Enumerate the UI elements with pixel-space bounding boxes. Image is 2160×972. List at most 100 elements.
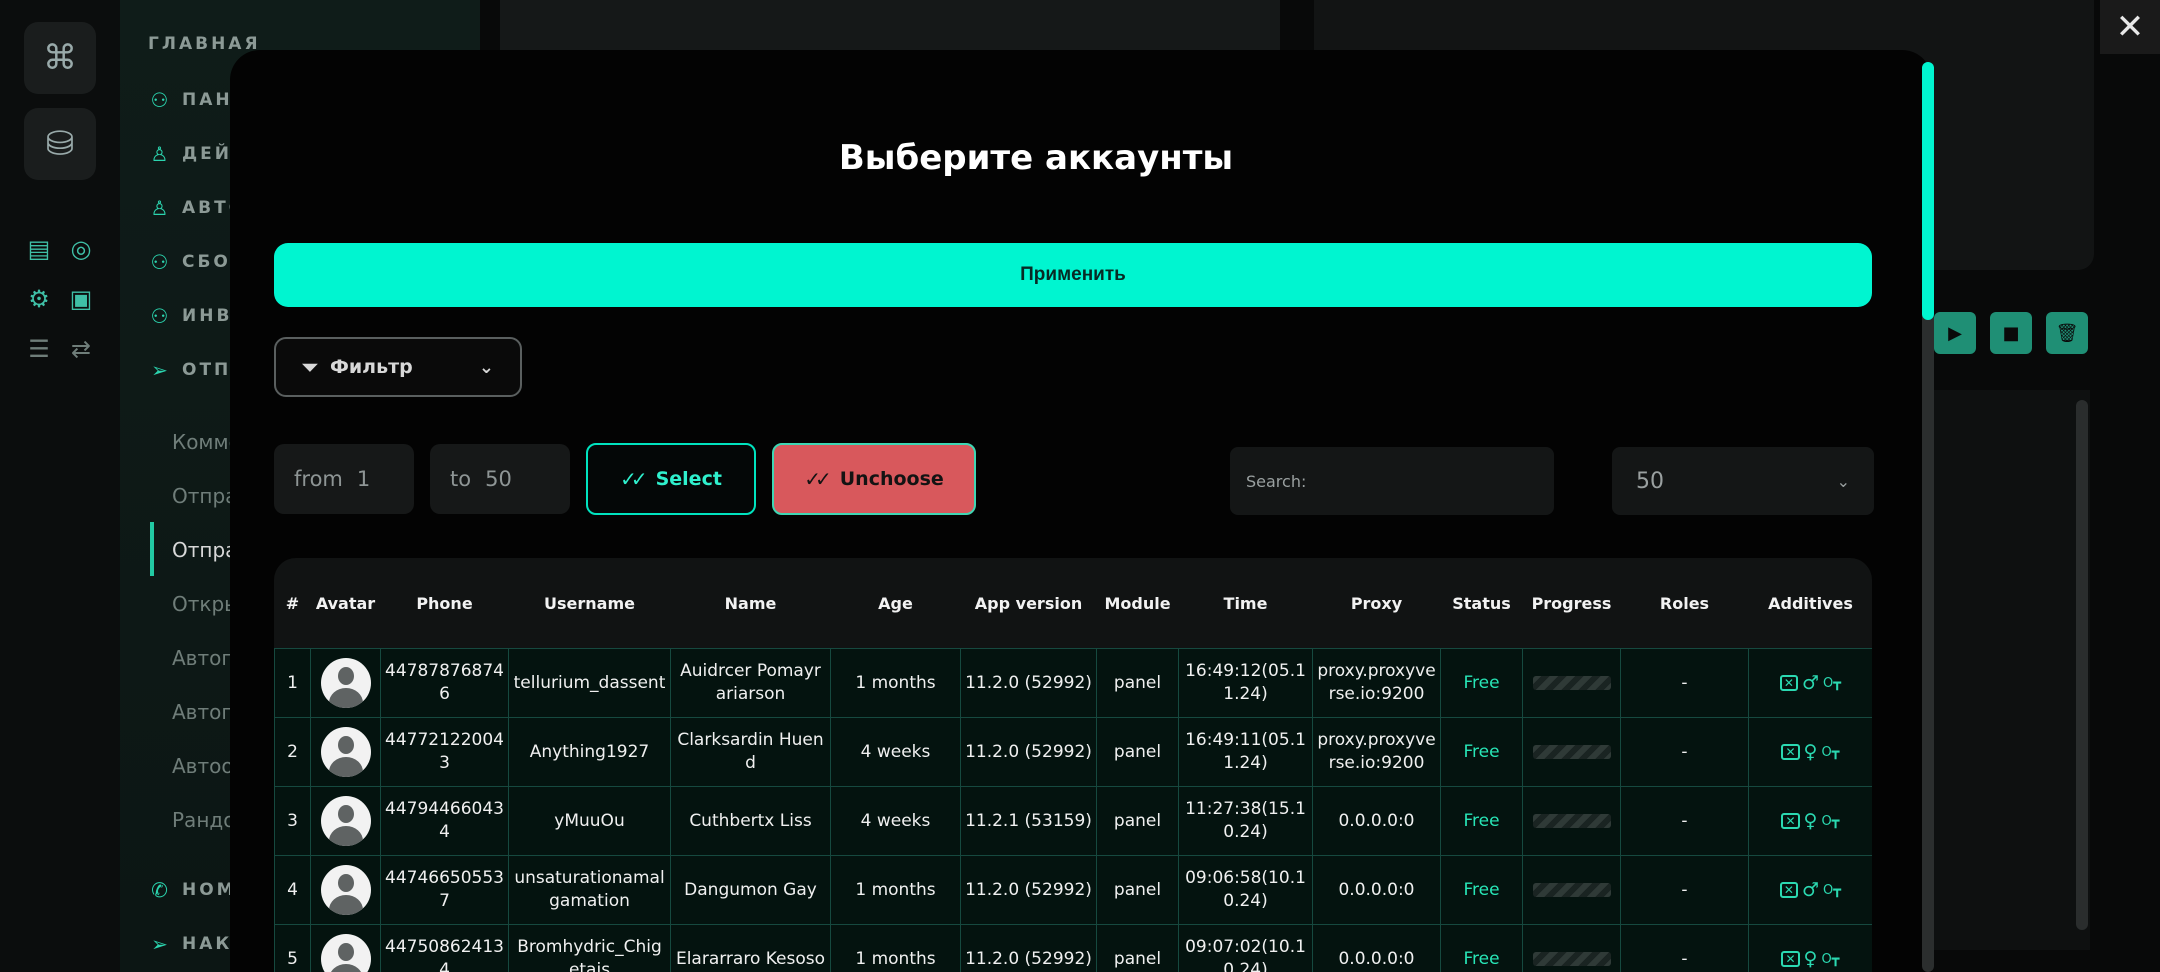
image-off-icon: ✕: [1779, 882, 1798, 898]
time-cell: 11:27:38(15.10.24): [1178, 786, 1313, 856]
sidebar-heading: ГЛАВНАЯ: [148, 34, 261, 54]
sidebar-subitem[interactable]: Автоп: [172, 700, 234, 724]
table-row[interactable]: 5 447508624134 Bromhydric_Chigetais Elararr…: [274, 924, 1872, 972]
user-icon: ♙: [150, 142, 172, 166]
users-icon: ⚇: [150, 88, 172, 112]
sidebar-subitem-active[interactable]: Отпра: [172, 538, 237, 562]
sidebar-subitem[interactable]: Отпра: [172, 484, 237, 508]
column-header[interactable]: Module: [1097, 558, 1179, 649]
play-icon[interactable]: ▶: [1934, 312, 1976, 354]
column-header[interactable]: Proxy: [1313, 558, 1441, 649]
phone-icon: ✆: [151, 878, 171, 902]
progress-cell: [1522, 717, 1621, 787]
username-cell: Anything1927: [508, 717, 671, 787]
apply-button[interactable]: Применить: [274, 243, 1872, 307]
select-accounts-modal: Выберите аккаунты Применить ⏷ Фильтр ⌄ f…: [230, 50, 1932, 972]
gender-icon: ♂: [1801, 671, 1820, 694]
name-cell: Auidrcer Pomayrariarson: [670, 648, 831, 718]
column-header[interactable]: Roles: [1621, 558, 1749, 649]
additives-icons: ✕ ♀ O┳: [1753, 741, 1868, 764]
send-icon: ➢: [151, 358, 171, 382]
table-row[interactable]: 1 447878768746 tellurium_dassent Auidrcer P…: [274, 648, 1872, 718]
gender-icon: ♀: [1803, 947, 1818, 970]
key-icon: O┳: [1823, 675, 1842, 691]
command-icon[interactable]: ⌘: [24, 22, 96, 94]
column-header[interactable]: Avatar: [311, 558, 381, 649]
range-to-label: to: [450, 467, 472, 491]
select-button[interactable]: ✓✓ Select: [586, 443, 756, 515]
column-header[interactable]: Status: [1441, 558, 1523, 649]
status-cell: Free: [1440, 786, 1523, 856]
roles-cell: -: [1620, 855, 1749, 925]
unchoose-button[interactable]: ✓✓ Unchoose: [772, 443, 976, 515]
gender-icon: ♀: [1803, 740, 1818, 763]
range-to-value: 50: [485, 467, 512, 491]
phone-cell: 447508624134: [380, 924, 509, 972]
time-cell: 16:49:12(05.11.24): [1178, 648, 1313, 718]
database-icon[interactable]: ⛁: [24, 108, 96, 180]
avatar-cell: [310, 717, 381, 787]
send-icon: ➢: [151, 932, 171, 956]
status-cell: Free: [1440, 648, 1523, 718]
range-from-input[interactable]: from 1: [274, 444, 414, 514]
column-header[interactable]: Time: [1179, 558, 1313, 649]
module-cell: panel: [1096, 924, 1179, 972]
column-header[interactable]: #: [275, 558, 311, 649]
sidebar-subitem[interactable]: Автоп: [172, 646, 234, 670]
trash-icon[interactable]: 🗑: [2046, 312, 2088, 354]
chevron-down-icon: ⌄: [478, 356, 494, 378]
proxy-cell: proxy.proxyverse.io:9200: [1312, 648, 1441, 718]
progress-bar: [1532, 676, 1611, 690]
double-check-icon: ✓✓: [804, 467, 831, 491]
per-page-select[interactable]: 50 ⌄: [1612, 447, 1874, 515]
chevron-down-icon: ⌄: [1836, 471, 1850, 491]
n-cell: 2: [274, 717, 311, 787]
avatar: [320, 796, 371, 846]
table-row[interactable]: 3 447944660434 yMuuOu Cuthbertx Liss 4 weeks…: [274, 786, 1872, 856]
progress-bar: [1532, 952, 1611, 966]
range-to-input[interactable]: to 50: [430, 444, 570, 514]
code-window-icon[interactable]: ▣: [66, 284, 96, 314]
sidebar-subitem[interactable]: Автоо: [172, 754, 234, 778]
progress-bar: [1532, 883, 1611, 897]
modal-scrollbar-thumb[interactable]: [1922, 62, 1934, 320]
table-row[interactable]: 2 447721220043 Anything1927 Clarksardin Hue…: [274, 717, 1872, 787]
username-cell: tellurium_dassent: [508, 648, 671, 718]
column-header[interactable]: Additives: [1749, 558, 1873, 649]
column-header[interactable]: Username: [509, 558, 671, 649]
search-input[interactable]: [1230, 447, 1554, 515]
filter-dropdown[interactable]: ⏷ Фильтр ⌄: [274, 337, 522, 397]
key-icon: O┳: [1821, 951, 1840, 967]
avatar: [320, 727, 371, 777]
double-check-icon: ✓✓: [620, 467, 647, 491]
age-cell: 1 months: [830, 648, 961, 718]
list-check-icon[interactable]: ☰: [24, 334, 54, 364]
swap-icon[interactable]: ⇄: [66, 334, 96, 364]
log-scrollbar[interactable]: [2076, 400, 2088, 930]
additives-cell: ✕ ♂ O┳: [1748, 855, 1872, 925]
table-header-row: # Avatar Phone Username Name Age App version Mo…: [275, 558, 1873, 649]
close-icon[interactable]: ✕: [2100, 0, 2160, 54]
column-header[interactable]: Name: [671, 558, 831, 649]
image-off-icon: ✕: [1779, 675, 1798, 691]
progress-bar: [1532, 745, 1611, 759]
gear-icon[interactable]: ⚙: [24, 284, 54, 314]
filter-label: Фильтр: [330, 356, 413, 378]
location-icon[interactable]: ◎: [66, 234, 96, 264]
proxy-cell: 0.0.0.0:0: [1312, 855, 1441, 925]
additives-icons: ✕ ♂ O┳: [1753, 879, 1868, 902]
age-cell: 1 months: [830, 924, 961, 972]
progress-cell: [1522, 924, 1621, 972]
column-header[interactable]: Phone: [381, 558, 509, 649]
status-cell: Free: [1440, 855, 1523, 925]
table-row[interactable]: 4 447466505537 unsaturationamalgamation Dan…: [274, 855, 1872, 925]
column-header[interactable]: App version: [961, 558, 1097, 649]
sidebar-subitem[interactable]: Рандо: [172, 808, 235, 832]
server-icon[interactable]: ▤: [24, 234, 54, 264]
stop-icon[interactable]: ■: [1990, 312, 2032, 354]
column-header[interactable]: Age: [831, 558, 961, 649]
column-header[interactable]: Progress: [1523, 558, 1621, 649]
roles-cell: -: [1620, 717, 1749, 787]
age-cell: 4 weeks: [830, 717, 961, 787]
avatar: [320, 934, 371, 972]
